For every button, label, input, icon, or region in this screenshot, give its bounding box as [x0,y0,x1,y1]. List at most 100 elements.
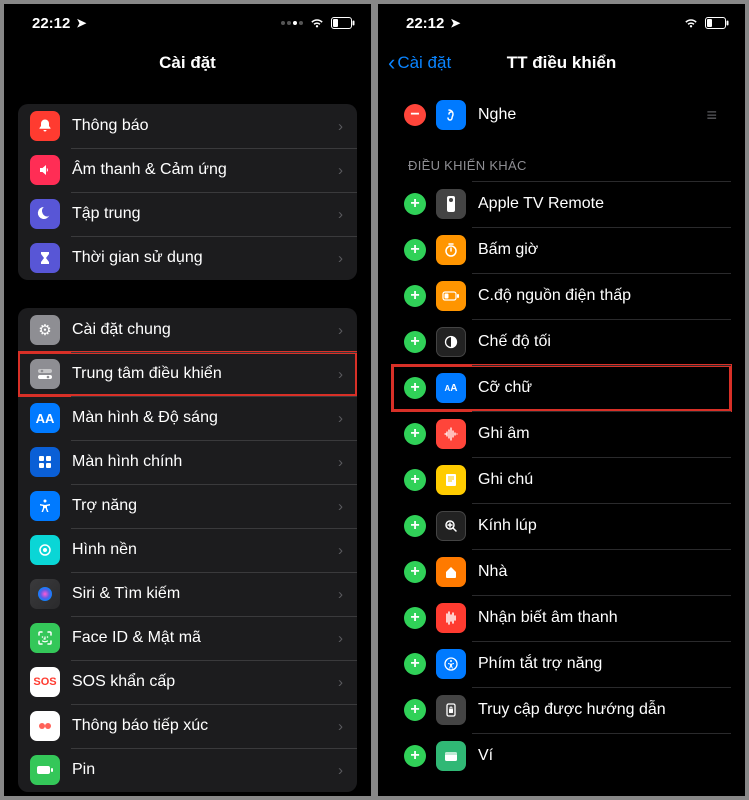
row-focus[interactable]: Tập trung › [18,192,357,236]
add-button[interactable]: + [404,285,426,307]
chevron-right-icon: › [338,674,343,691]
wifi-icon [683,17,699,29]
cc-label: Truy cập được hướng dẫn [478,701,731,719]
cc-label: Ví [478,747,731,765]
row-display[interactable]: AA Màn hình & Độ sáng › [18,396,357,440]
row-label: Trung tâm điều khiển [72,365,338,383]
gear-icon: ⚙ [30,315,60,345]
wallet-icon [436,741,466,771]
status-time: 22:12 [32,15,70,32]
chevron-right-icon: › [338,206,343,223]
chevron-right-icon: › [338,454,343,471]
add-button[interactable]: + [404,561,426,583]
row-label: Pin [72,761,338,779]
row-label: Thông báo [72,117,338,135]
cc-row-magnifier[interactable]: + Kính lúp [392,503,731,549]
row-control-center[interactable]: Trung tâm điều khiển › [18,352,357,396]
row-accessibility[interactable]: Trợ năng › [18,484,357,528]
cc-row-notes[interactable]: + Ghi chú [392,457,731,503]
cc-row-sound-recognition[interactable]: + Nhận biết âm thanh [392,595,731,641]
row-exposure[interactable]: Thông báo tiếp xúc › [18,704,357,748]
back-button[interactable]: ‹ Cài đặt [388,50,451,76]
chevron-right-icon: › [338,162,343,179]
add-button[interactable]: + [404,699,426,721]
row-label: Thời gian sử dụng [72,249,338,267]
row-wallpaper[interactable]: Hình nền › [18,528,357,572]
sound-recognition-icon [436,603,466,633]
settings-group-2: ⚙ Cài đặt chung › Trung tâm điều khiển ›… [18,308,357,792]
cc-label: Phím tắt trợ năng [478,655,731,673]
page-title: Cài đặt [159,53,216,73]
cc-label: Cỡ chữ [478,379,731,397]
add-button[interactable]: + [404,193,426,215]
row-label: SOS khẩn cấp [72,673,338,691]
faceid-icon [30,623,60,653]
row-label: Màn hình & Độ sáng [72,409,338,427]
location-icon: ➤ [450,16,460,30]
section-header-more: ĐIỀU KHIỂN KHÁC [392,138,731,181]
row-notifications[interactable]: Thông báo › [18,104,357,148]
control-center-icon [30,359,60,389]
row-sounds[interactable]: Âm thanh & Cảm ứng › [18,148,357,192]
cc-row-hearing[interactable]: − Nghe ≡ [392,92,731,138]
chevron-right-icon: › [338,250,343,267]
lowpower-icon [436,281,466,311]
cc-row-timer[interactable]: + Bấm giờ [392,227,731,273]
cc-row-voice-memo[interactable]: + Ghi âm [392,411,731,457]
textsize-icon: AA [436,373,466,403]
chevron-right-icon: › [338,586,343,603]
home-icon [436,557,466,587]
cc-row-wallet[interactable]: + Ví [392,733,731,779]
cc-label: Ghi chú [478,471,731,489]
row-general[interactable]: ⚙ Cài đặt chung › [18,308,357,352]
row-label: Trợ năng [72,497,338,515]
row-screentime[interactable]: Thời gian sử dụng › [18,236,357,280]
add-button[interactable]: + [404,607,426,629]
page-title: TT điều khiển [507,53,617,73]
chevron-right-icon: › [338,322,343,339]
hourglass-icon [30,243,60,273]
row-label: Hình nền [72,541,338,559]
row-siri[interactable]: Siri & Tìm kiếm › [18,572,357,616]
cc-row-guided-access[interactable]: + Truy cập được hướng dẫn [392,687,731,733]
status-bar: 22:12 ➤ [378,4,745,42]
add-button[interactable]: + [404,515,426,537]
cc-label: Nghe [478,106,706,124]
cc-row-apple-tv[interactable]: + Apple TV Remote [392,181,731,227]
row-faceid[interactable]: Face ID & Mật mã › [18,616,357,660]
chevron-right-icon: › [338,762,343,779]
chevron-right-icon: › [338,498,343,515]
chevron-left-icon: ‹ [388,50,395,76]
cc-row-accessibility-shortcut[interactable]: + Phím tắt trợ năng [392,641,731,687]
chevron-right-icon: › [338,542,343,559]
row-homescreen[interactable]: Màn hình chính › [18,440,357,484]
exposure-icon [30,711,60,741]
magnifier-icon [436,511,466,541]
cc-row-text-size[interactable]: + AA Cỡ chữ [392,365,731,411]
row-label: Thông báo tiếp xúc [72,717,338,735]
cc-label: Apple TV Remote [478,195,731,213]
remove-button[interactable]: − [404,104,426,126]
wallpaper-icon [30,535,60,565]
add-button[interactable]: + [404,239,426,261]
moon-icon [30,199,60,229]
cc-row-home[interactable]: + Nhà [392,549,731,595]
add-button[interactable]: + [404,331,426,353]
row-sos[interactable]: SOS SOS khẩn cấp › [18,660,357,704]
drag-handle-icon[interactable]: ≡ [706,105,715,126]
remote-icon [436,189,466,219]
add-button[interactable]: + [404,377,426,399]
location-icon: ➤ [76,16,86,30]
bell-icon [30,111,60,141]
add-button[interactable]: + [404,745,426,767]
add-button[interactable]: + [404,423,426,445]
cc-row-lowpower[interactable]: + C.độ nguồn điện thấp [392,273,731,319]
row-battery[interactable]: Pin › [18,748,357,792]
darkmode-icon [436,327,466,357]
add-button[interactable]: + [404,469,426,491]
row-label: Tập trung [72,205,338,223]
add-button[interactable]: + [404,653,426,675]
cc-row-darkmode[interactable]: + Chế độ tối [392,319,731,365]
row-label: Siri & Tìm kiếm [72,585,338,603]
cc-label: Ghi âm [478,425,731,443]
